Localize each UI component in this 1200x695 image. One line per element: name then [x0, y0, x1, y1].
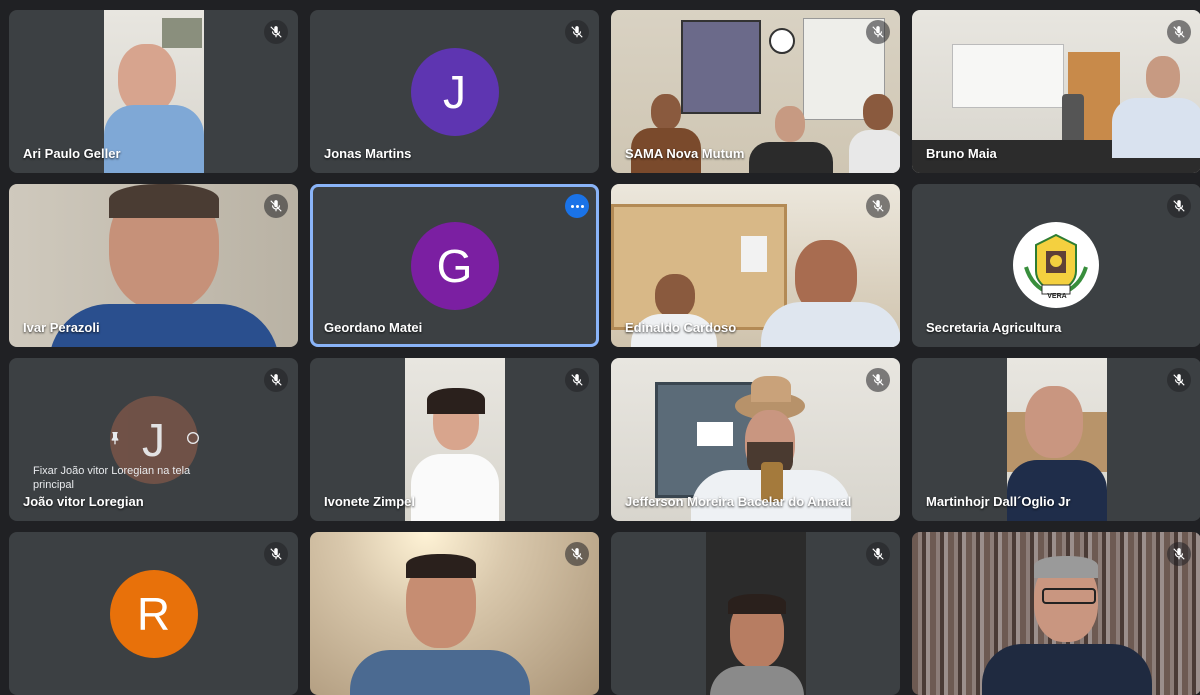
person-hair	[727, 594, 786, 614]
mic-off-icon	[1167, 20, 1191, 44]
mic-off-icon	[264, 542, 288, 566]
participant-tile[interactable]: Edinaldo Cardoso	[611, 184, 900, 347]
hat-crown	[751, 376, 791, 402]
mic-off-icon	[866, 368, 890, 392]
wall-map	[681, 20, 761, 114]
participant-tile[interactable]: G Geordano Matei	[310, 184, 599, 347]
participant-name: SAMA Nova Mutum	[625, 146, 745, 161]
person-shirt	[709, 666, 804, 695]
mic-off-icon	[866, 542, 890, 566]
person-shirt	[1006, 460, 1107, 521]
mic-off-icon	[565, 368, 589, 392]
mic-off-icon	[264, 368, 288, 392]
person-shirt	[103, 105, 204, 173]
box	[741, 236, 767, 272]
person-body	[849, 130, 900, 173]
person-shirt	[410, 454, 499, 521]
cast-icon[interactable]	[185, 430, 201, 451]
person-shirt	[350, 650, 530, 695]
whiteboard	[952, 44, 1064, 108]
pin-icon[interactable]	[107, 430, 123, 451]
participant-tile[interactable]: Ivar Perazoli	[9, 184, 298, 347]
participant-name: Jonas Martins	[324, 146, 412, 161]
participant-tile[interactable]: Jefferson Moreira Bacelar do Amaral	[611, 358, 900, 521]
participant-name: Edinaldo Cardoso	[625, 320, 737, 335]
coat-of-arms-icon	[1023, 233, 1088, 295]
person-hair	[1034, 556, 1098, 578]
person-head	[775, 106, 805, 142]
person-head	[651, 94, 681, 130]
glasses	[1042, 588, 1096, 604]
mic-off-icon	[565, 542, 589, 566]
person-shirt	[982, 644, 1152, 695]
person-body	[761, 302, 900, 347]
mic-off-icon	[565, 20, 589, 44]
photo-frame	[697, 422, 733, 446]
participant-tile[interactable]: Ivonete Zimpel	[310, 358, 599, 521]
pin-tooltip: Fixar João vitor Loregian na tela princi…	[33, 465, 191, 491]
participant-grid: Ari Paulo Geller J Jonas Martins SAMA No…	[9, 10, 1200, 695]
person-body	[1112, 98, 1200, 158]
avatar: R	[109, 569, 198, 658]
participant-name: Geordano Matei	[324, 320, 423, 335]
participant-name: Martinhojr Dall´Oglio Jr	[926, 494, 1071, 509]
person-head	[117, 44, 176, 114]
avatar: J	[410, 47, 499, 136]
mic-off-icon	[264, 20, 288, 44]
participant-name: Ivar Perazoli	[23, 320, 100, 335]
mic-off-icon	[1167, 368, 1191, 392]
participant-tile[interactable]: J Fixar João vitor Loregian na tela prin…	[9, 358, 298, 521]
participant-tile[interactable]: Ari Paulo Geller	[9, 10, 298, 173]
more-options-icon[interactable]	[565, 194, 589, 218]
mic-off-icon	[1167, 542, 1191, 566]
mic-off-icon	[866, 194, 890, 218]
person-hair	[109, 184, 219, 218]
mic-off-icon	[866, 20, 890, 44]
wall-clock	[769, 28, 795, 54]
person-head	[1146, 56, 1180, 98]
participant-name: João vitor Loregian	[23, 494, 144, 509]
person-body	[749, 142, 833, 173]
participant-tile[interactable]: SAMA Nova Mutum	[611, 10, 900, 173]
wall-picture	[161, 18, 202, 48]
participant-name: Jefferson Moreira Bacelar do Amaral	[625, 494, 852, 509]
participant-tile[interactable]: VERA Secretaria Agricultura	[912, 184, 1200, 347]
participant-name: Secretaria Agricultura	[926, 320, 1062, 335]
logo-text: VERA	[1047, 293, 1067, 300]
mic-off-icon	[264, 194, 288, 218]
person-head	[655, 274, 695, 318]
person-head	[863, 94, 893, 130]
participant-tile[interactable]: Bruno Maia	[912, 10, 1200, 173]
person-hair	[426, 388, 485, 414]
person-hair	[406, 554, 476, 578]
participant-tile[interactable]: J Jonas Martins	[310, 10, 599, 173]
mic-off-icon	[1167, 194, 1191, 218]
participant-name: Bruno Maia	[926, 146, 997, 161]
participant-name: Ivonete Zimpel	[324, 494, 416, 509]
avatar: G	[410, 221, 499, 310]
person-head	[1024, 386, 1083, 458]
participant-video	[404, 358, 505, 521]
participant-tile[interactable]: Martinhojr Dall´Oglio Jr	[912, 358, 1200, 521]
participant-name: Ari Paulo Geller	[23, 146, 121, 161]
